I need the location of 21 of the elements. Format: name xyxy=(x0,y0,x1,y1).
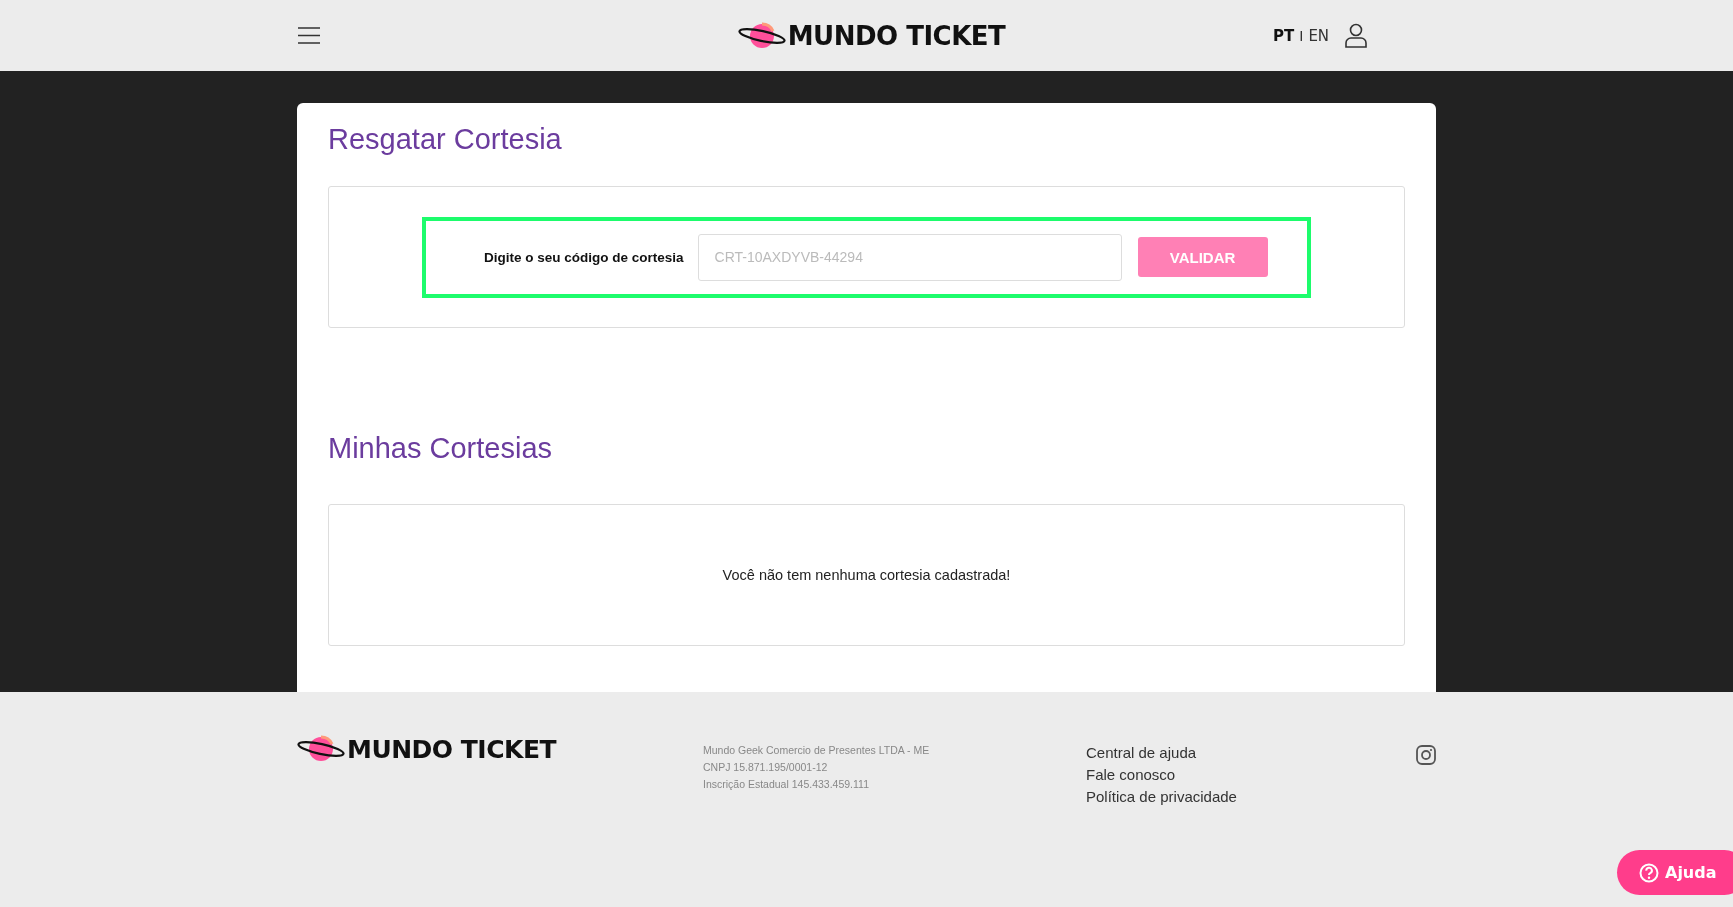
footer-link[interactable]: Central de ajuda xyxy=(1086,742,1416,764)
footer-link[interactable]: Fale conosco xyxy=(1086,764,1416,786)
planet-icon xyxy=(737,20,786,51)
company-info: CNPJ 15.871.195/0001-12 xyxy=(703,760,829,775)
instagram-icon[interactable] xyxy=(1416,745,1436,765)
menu-icon[interactable] xyxy=(298,27,320,44)
empty-message: Você não tem nenhuma cortesia cadastrada! xyxy=(722,567,1011,583)
section-title: Resgatar Cortesia xyxy=(328,123,563,156)
planet-icon xyxy=(297,734,345,764)
language-link[interactable]: EN xyxy=(1308,26,1330,45)
section-title: Minhas Cortesias xyxy=(328,432,554,465)
company-info: Inscrição Estadual 145.433.459.111 xyxy=(703,777,870,792)
footer-link[interactable]: Política de privacidade xyxy=(1086,786,1416,808)
company-info: Mundo Geek Comercio de Presentes LTDA - ME xyxy=(703,743,931,758)
language-separator: I xyxy=(1299,27,1304,44)
logo-text[interactable]: MUNDO TICKET xyxy=(787,20,1006,51)
user-icon[interactable] xyxy=(1345,23,1368,48)
help-icon xyxy=(1639,862,1659,883)
field-label: Digite o seu código de cortesia xyxy=(484,249,684,265)
language-link[interactable]: PT xyxy=(1273,26,1295,45)
logo-text[interactable]: MUNDO TICKET xyxy=(347,734,556,764)
